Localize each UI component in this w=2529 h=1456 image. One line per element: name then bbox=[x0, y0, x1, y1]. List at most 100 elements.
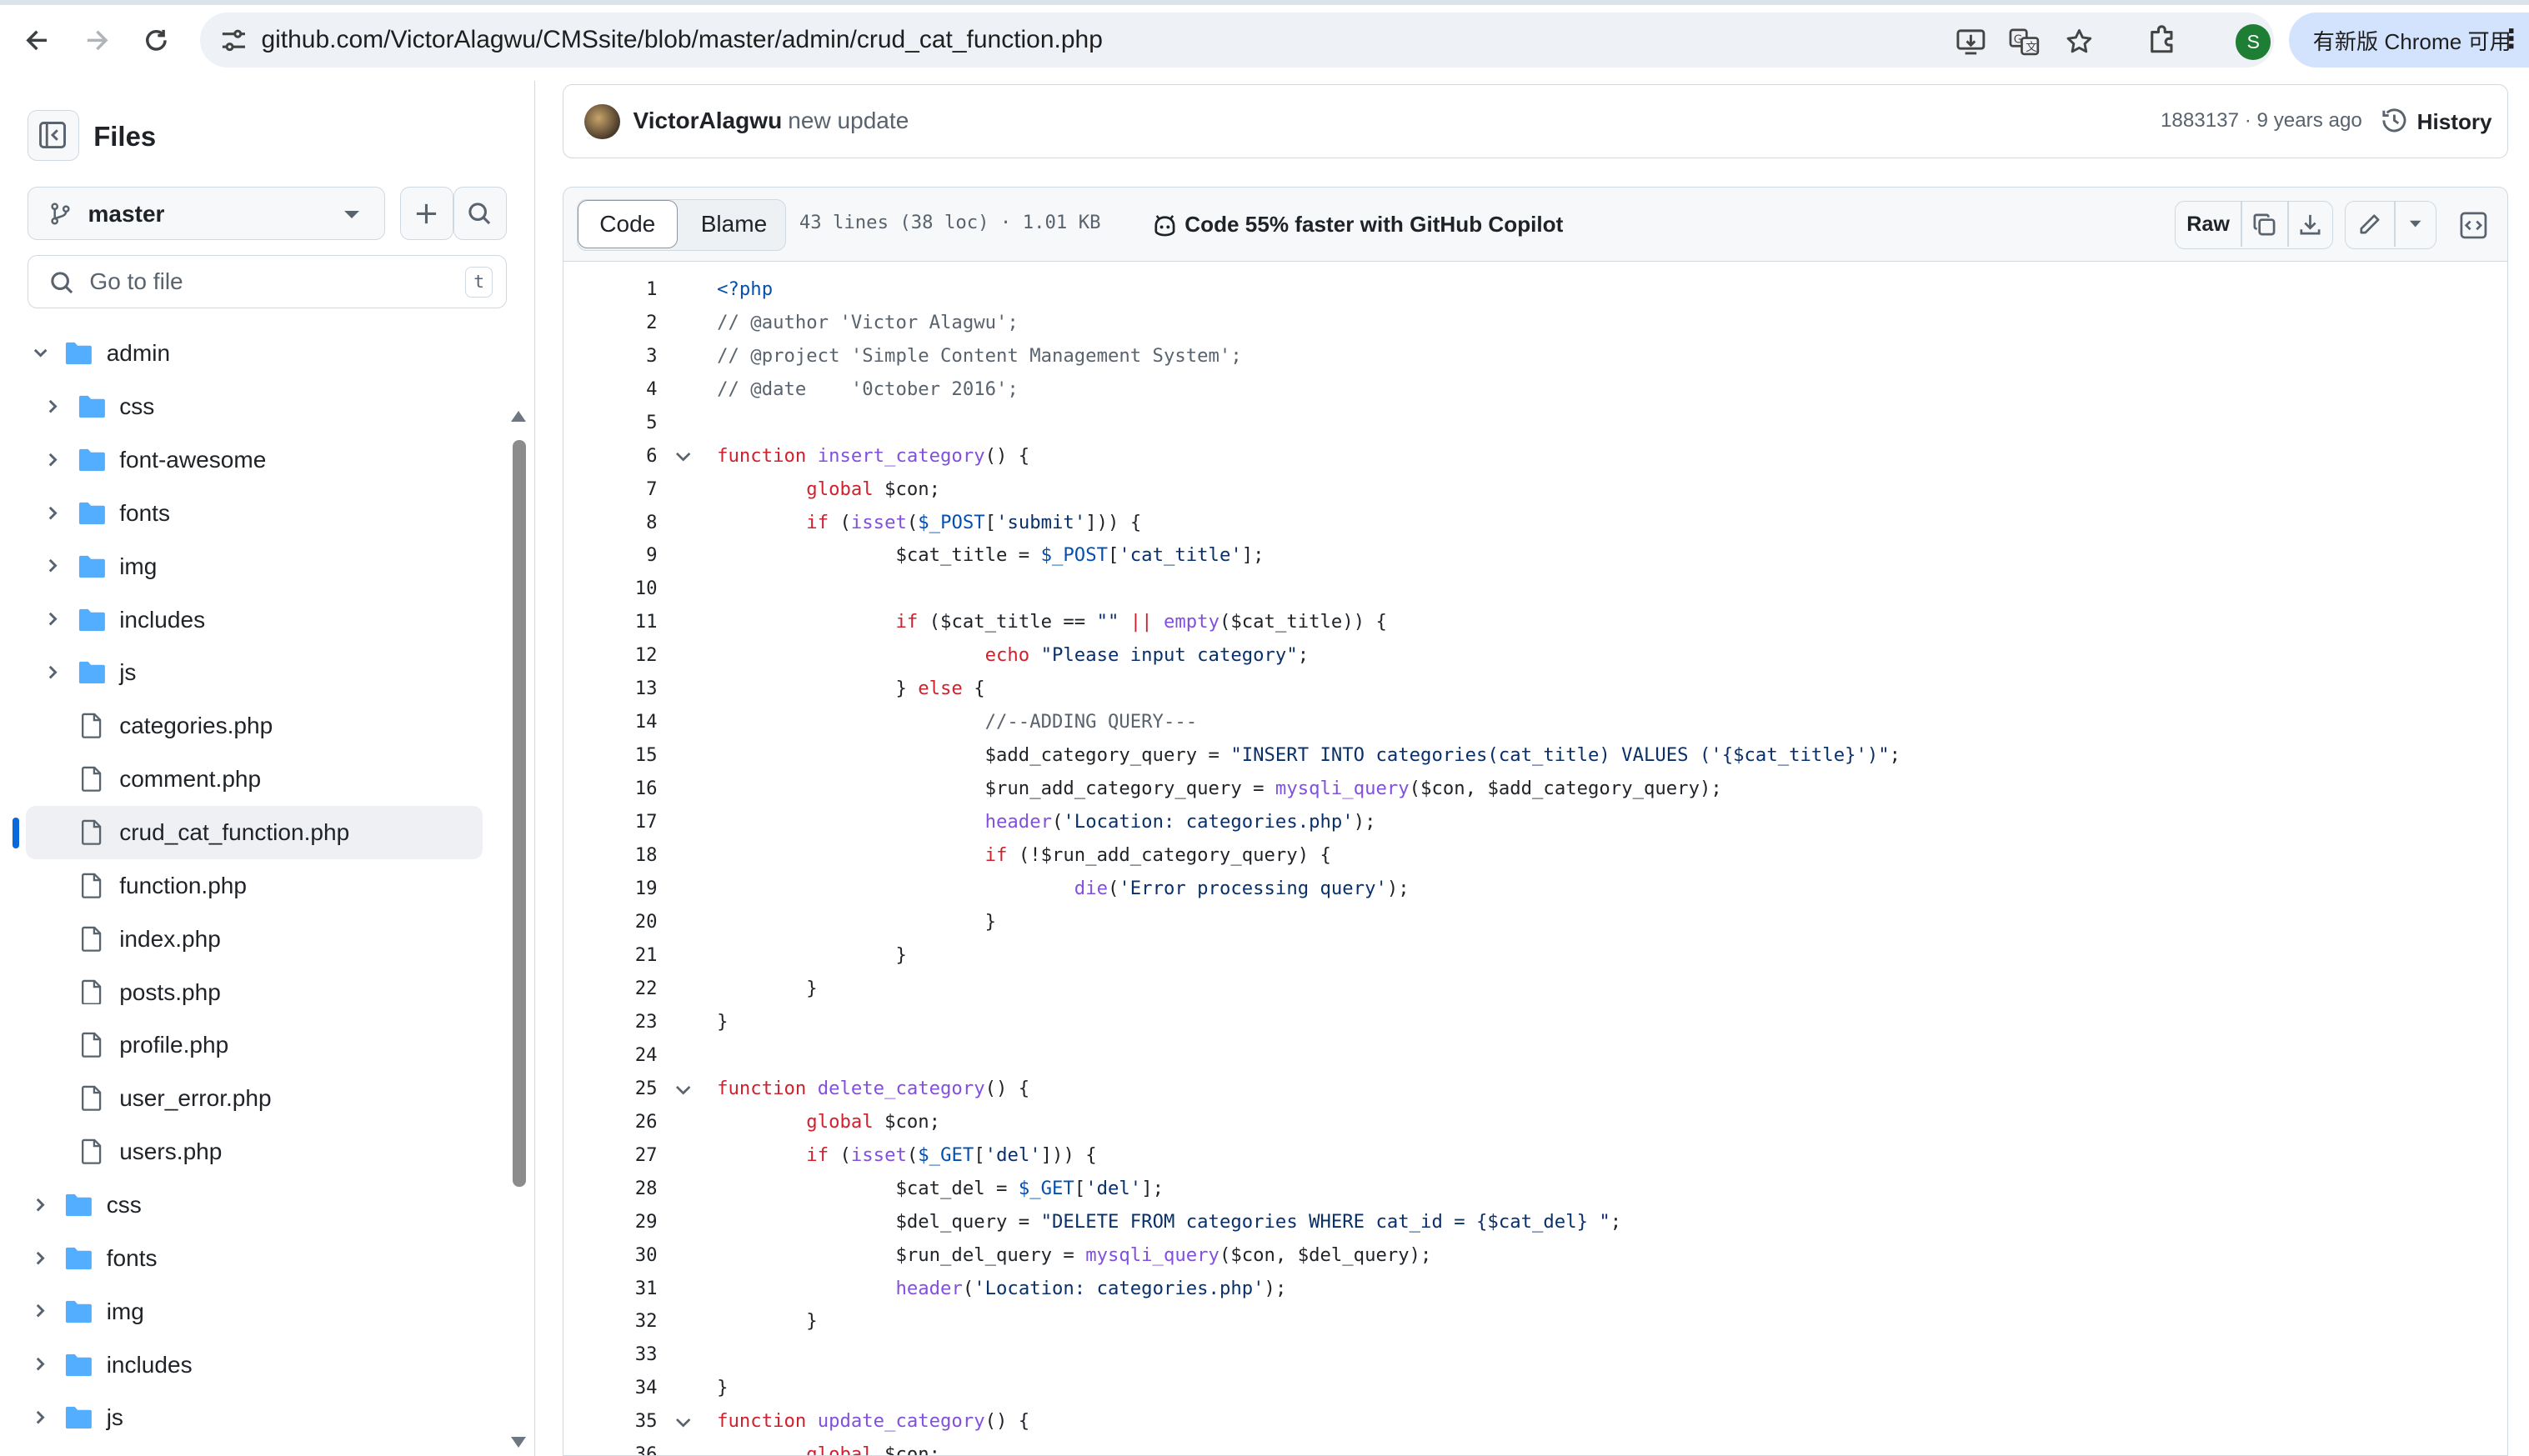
collapse-sidebar-button[interactable] bbox=[27, 109, 79, 162]
symbols-panel-button[interactable] bbox=[2451, 201, 2496, 249]
tree-folder[interactable]: font-awesome bbox=[0, 434, 500, 488]
line-number[interactable]: 30 bbox=[563, 1244, 658, 1266]
tree-folder[interactable]: admin bbox=[0, 328, 500, 381]
tree-folder[interactable]: img bbox=[0, 540, 500, 593]
chevron-right-icon[interactable] bbox=[45, 558, 61, 573]
tree-folder[interactable]: fonts bbox=[0, 1232, 500, 1285]
edit-options-button[interactable] bbox=[2396, 202, 2436, 247]
line-number[interactable]: 29 bbox=[563, 1211, 658, 1233]
scrollbar-thumb[interactable] bbox=[513, 440, 526, 1188]
reload-button[interactable] bbox=[136, 19, 178, 61]
tab-code[interactable]: Code bbox=[577, 199, 678, 249]
tree-file[interactable]: users.php bbox=[0, 1126, 500, 1179]
tree-folder[interactable]: js bbox=[0, 647, 500, 700]
line-number[interactable]: 5 bbox=[563, 412, 657, 433]
commit-meta[interactable]: 1883137 · 9 years ago bbox=[2161, 109, 2362, 133]
translate-icon[interactable]: G文 bbox=[2008, 26, 2041, 58]
branch-selector[interactable]: master bbox=[27, 187, 386, 241]
copilot-promo-link[interactable]: Code 55% faster with GitHub Copilot bbox=[1151, 211, 1563, 243]
line-number[interactable]: 33 bbox=[563, 1343, 658, 1365]
line-number[interactable]: 27 bbox=[563, 1144, 658, 1166]
back-button[interactable] bbox=[16, 19, 58, 61]
line-number[interactable]: 3 bbox=[563, 345, 657, 367]
line-number[interactable]: 15 bbox=[563, 744, 658, 766]
line-number[interactable]: 13 bbox=[563, 678, 658, 699]
sidebar-scrollbar[interactable] bbox=[509, 411, 528, 1451]
line-number[interactable]: 20 bbox=[563, 911, 658, 933]
commit-author[interactable]: VictorAlagwu bbox=[634, 108, 783, 134]
tree-file[interactable]: comment.php bbox=[0, 753, 500, 807]
line-number[interactable]: 25 bbox=[563, 1078, 658, 1099]
history-icon[interactable] bbox=[2380, 106, 2409, 135]
scroll-down-arrow-icon[interactable] bbox=[511, 1437, 527, 1448]
tree-folder[interactable]: js bbox=[0, 1392, 500, 1445]
edit-file-button[interactable] bbox=[2346, 202, 2394, 247]
line-number[interactable]: 17 bbox=[563, 811, 658, 833]
tab-blame[interactable]: Blame bbox=[681, 200, 788, 248]
chevron-right-icon[interactable] bbox=[45, 664, 61, 680]
forward-button[interactable] bbox=[76, 19, 118, 61]
author-avatar[interactable] bbox=[584, 103, 621, 140]
tree-folder[interactable]: includes bbox=[0, 593, 500, 647]
raw-button[interactable]: Raw bbox=[2176, 202, 2240, 247]
tree-file[interactable]: function.php bbox=[0, 859, 500, 913]
install-app-icon[interactable] bbox=[1955, 26, 1987, 58]
line-number[interactable]: 10 bbox=[563, 578, 658, 599]
chevron-down-icon[interactable] bbox=[33, 345, 48, 361]
add-file-button[interactable] bbox=[399, 187, 453, 241]
bookmark-star-icon[interactable] bbox=[2063, 26, 2096, 58]
line-number[interactable]: 36 bbox=[563, 1443, 658, 1455]
line-number[interactable]: 6 bbox=[563, 445, 657, 467]
chevron-right-icon[interactable] bbox=[45, 398, 61, 414]
tree-file[interactable]: profile.php bbox=[0, 1019, 500, 1073]
profile-avatar[interactable]: S bbox=[2235, 24, 2271, 60]
line-number[interactable]: 8 bbox=[563, 512, 657, 533]
line-number[interactable]: 35 bbox=[563, 1410, 658, 1432]
copy-raw-button[interactable] bbox=[2242, 202, 2287, 247]
tree-folder[interactable]: fonts bbox=[0, 487, 500, 540]
line-number[interactable]: 16 bbox=[563, 778, 658, 799]
line-number[interactable]: 14 bbox=[563, 711, 658, 733]
tree-folder[interactable]: includes bbox=[0, 1338, 500, 1392]
chevron-right-icon[interactable] bbox=[33, 1250, 48, 1266]
commit-message[interactable]: new update bbox=[788, 108, 909, 134]
go-to-file-input[interactable]: Go to file t bbox=[27, 254, 507, 308]
tree-file[interactable]: crud_cat_function.php bbox=[0, 806, 500, 860]
site-settings-icon[interactable] bbox=[219, 26, 248, 55]
tree-file[interactable]: categories.php bbox=[0, 700, 500, 753]
line-number[interactable]: 11 bbox=[563, 611, 658, 633]
scroll-up-arrow-icon[interactable] bbox=[511, 411, 527, 423]
chevron-right-icon[interactable] bbox=[33, 1303, 48, 1318]
line-number[interactable]: 28 bbox=[563, 1178, 658, 1199]
line-number[interactable]: 9 bbox=[563, 544, 657, 566]
tree-folder[interactable]: css bbox=[0, 381, 500, 434]
line-number[interactable]: 32 bbox=[563, 1310, 658, 1332]
chevron-right-icon[interactable] bbox=[45, 505, 61, 521]
chrome-update-chip[interactable]: 有新版 Chrome 可用 ⋮ bbox=[2288, 13, 2529, 68]
url-text[interactable]: github.com/VictorAlagwu/CMSsite/blob/mas… bbox=[261, 26, 1102, 54]
fold-chevron-icon[interactable] bbox=[675, 1084, 691, 1097]
line-number[interactable]: 34 bbox=[563, 1377, 658, 1398]
line-number[interactable]: 18 bbox=[563, 844, 658, 866]
tree-file[interactable]: index.php bbox=[0, 913, 500, 966]
line-number[interactable]: 4 bbox=[563, 378, 657, 400]
extensions-button[interactable] bbox=[2146, 21, 2184, 59]
tree-file[interactable]: user_error.php bbox=[0, 1073, 500, 1126]
more-menu-icon[interactable]: ⋮ bbox=[2498, 24, 2524, 54]
history-link[interactable]: History bbox=[2417, 109, 2492, 135]
tree-folder[interactable]: img bbox=[0, 1285, 500, 1338]
line-number[interactable]: 23 bbox=[563, 1011, 658, 1033]
fold-chevron-icon[interactable] bbox=[675, 1417, 691, 1429]
line-number[interactable]: 1 bbox=[563, 278, 657, 300]
line-number[interactable]: 7 bbox=[563, 478, 657, 500]
line-number[interactable]: 22 bbox=[563, 978, 658, 999]
download-button[interactable] bbox=[2289, 202, 2332, 247]
code-view[interactable]: 1 <?php 2 // @author 'Victor Alagwu'; 3 // @p… bbox=[563, 261, 2508, 1456]
line-number[interactable]: 12 bbox=[563, 644, 658, 666]
chevron-right-icon[interactable] bbox=[33, 1356, 48, 1372]
line-number[interactable]: 31 bbox=[563, 1278, 658, 1299]
chevron-right-icon[interactable] bbox=[33, 1409, 48, 1425]
line-number[interactable]: 26 bbox=[563, 1111, 658, 1133]
address-bar[interactable]: github.com/VictorAlagwu/CMSsite/blob/mas… bbox=[199, 13, 2275, 68]
search-files-button[interactable] bbox=[453, 187, 507, 241]
